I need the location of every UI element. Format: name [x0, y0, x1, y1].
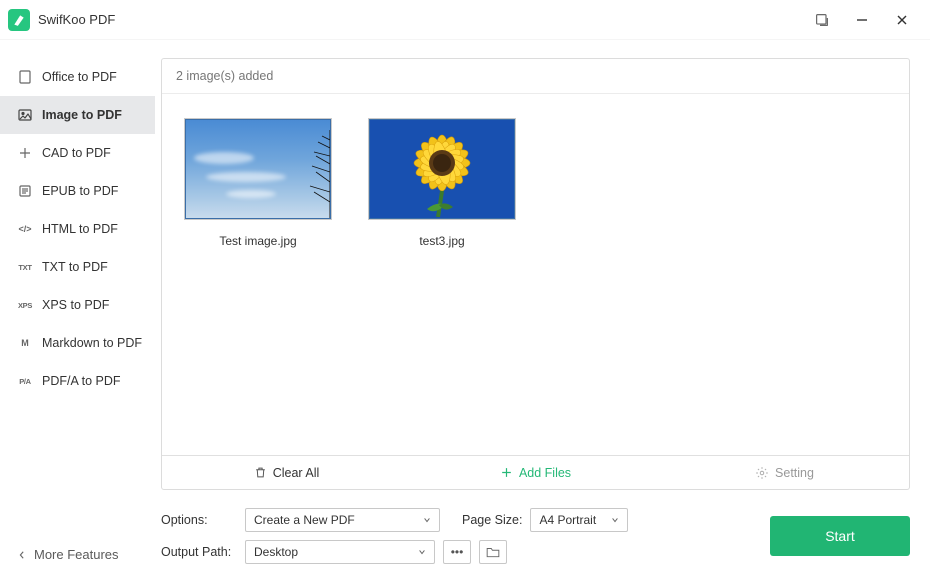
file-thumbnail[interactable]: Test image.jpg [184, 118, 332, 248]
minimize-button[interactable] [842, 4, 882, 36]
plus-icon [500, 466, 513, 479]
sidebar: Office to PDF Image to PDF CAD to PDF EP… [0, 40, 155, 580]
sidebar-item-label: TXT to PDF [42, 260, 108, 274]
close-button[interactable] [882, 4, 922, 36]
thumbnail-grid: Test image.jpg [162, 94, 909, 455]
options-select-value: Create a New PDF [254, 513, 355, 527]
preview-icon[interactable] [802, 4, 842, 36]
output-path-select[interactable]: Desktop [245, 540, 435, 564]
sidebar-item-xps[interactable]: XPS XPS to PDF [0, 286, 155, 324]
html-icon: </> [18, 222, 32, 236]
xps-icon: XPS [18, 298, 32, 312]
options-label: Options: [161, 513, 237, 527]
sidebar-item-label: HTML to PDF [42, 222, 118, 236]
sidebar-item-label: Office to PDF [42, 70, 117, 84]
thumbnail-image [184, 118, 332, 220]
app-title: SwifKoo PDF [38, 12, 115, 27]
sidebar-item-pdfa[interactable]: P/A PDF/A to PDF [0, 362, 155, 400]
markdown-icon: M [18, 336, 32, 350]
thumbnail-filename: test3.jpg [419, 234, 464, 248]
sidebar-item-markdown[interactable]: M Markdown to PDF [0, 324, 155, 362]
clear-all-button[interactable]: Clear All [162, 456, 411, 489]
page-size-select[interactable]: A4 Portrait [530, 508, 628, 532]
sidebar-item-label: XPS to PDF [42, 298, 109, 312]
folder-icon [486, 546, 500, 558]
add-files-label: Add Files [519, 466, 571, 480]
sidebar-item-office[interactable]: Office to PDF [0, 58, 155, 96]
office-icon [18, 70, 32, 84]
file-thumbnail[interactable]: test3.jpg [368, 118, 516, 248]
thumbnail-filename: Test image.jpg [219, 234, 296, 248]
start-button-label: Start [825, 528, 855, 544]
start-button[interactable]: Start [770, 516, 910, 556]
sidebar-item-txt[interactable]: TXT TXT to PDF [0, 248, 155, 286]
cad-icon [18, 146, 32, 160]
sidebar-item-epub[interactable]: EPUB to PDF [0, 172, 155, 210]
chevron-down-icon [611, 516, 619, 524]
output-path-value: Desktop [254, 545, 298, 559]
pdfa-icon: P/A [18, 374, 32, 388]
chevron-left-icon [18, 551, 26, 559]
setting-label: Setting [775, 466, 814, 480]
add-files-button[interactable]: Add Files [411, 456, 660, 489]
sidebar-item-label: EPUB to PDF [42, 184, 118, 198]
titlebar: SwifKoo PDF [0, 0, 930, 40]
content-box: 2 image(s) added [161, 58, 910, 490]
options-select[interactable]: Create a New PDF [245, 508, 440, 532]
sidebar-item-html[interactable]: </> HTML to PDF [0, 210, 155, 248]
sidebar-item-label: Markdown to PDF [42, 336, 142, 350]
output-path-label: Output Path: [161, 545, 237, 559]
sidebar-item-label: Image to PDF [42, 108, 122, 122]
more-features-button[interactable]: More Features [18, 547, 119, 562]
gear-icon [755, 466, 769, 480]
more-features-label: More Features [34, 547, 119, 562]
main-area: 2 image(s) added [155, 40, 930, 580]
content-header: 2 image(s) added [162, 59, 909, 94]
clear-all-label: Clear All [273, 466, 320, 480]
epub-icon [18, 184, 32, 198]
chevron-down-icon [418, 548, 426, 556]
ellipsis-icon: ••• [451, 545, 464, 559]
trash-icon [254, 466, 267, 479]
image-icon [18, 108, 32, 122]
sidebar-item-cad[interactable]: CAD to PDF [0, 134, 155, 172]
open-folder-button[interactable] [479, 540, 507, 564]
more-options-button[interactable]: ••• [443, 540, 471, 564]
page-size-value: A4 Portrait [539, 513, 596, 527]
sidebar-item-label: PDF/A to PDF [42, 374, 121, 388]
thumbnail-image [368, 118, 516, 220]
sidebar-item-image[interactable]: Image to PDF [0, 96, 155, 134]
content-actions: Clear All Add Files Setting [162, 455, 909, 489]
chevron-down-icon [423, 516, 431, 524]
txt-icon: TXT [18, 260, 32, 274]
page-size-label: Page Size: [462, 513, 522, 527]
setting-button[interactable]: Setting [660, 456, 909, 489]
sidebar-item-label: CAD to PDF [42, 146, 111, 160]
app-logo [8, 9, 30, 31]
